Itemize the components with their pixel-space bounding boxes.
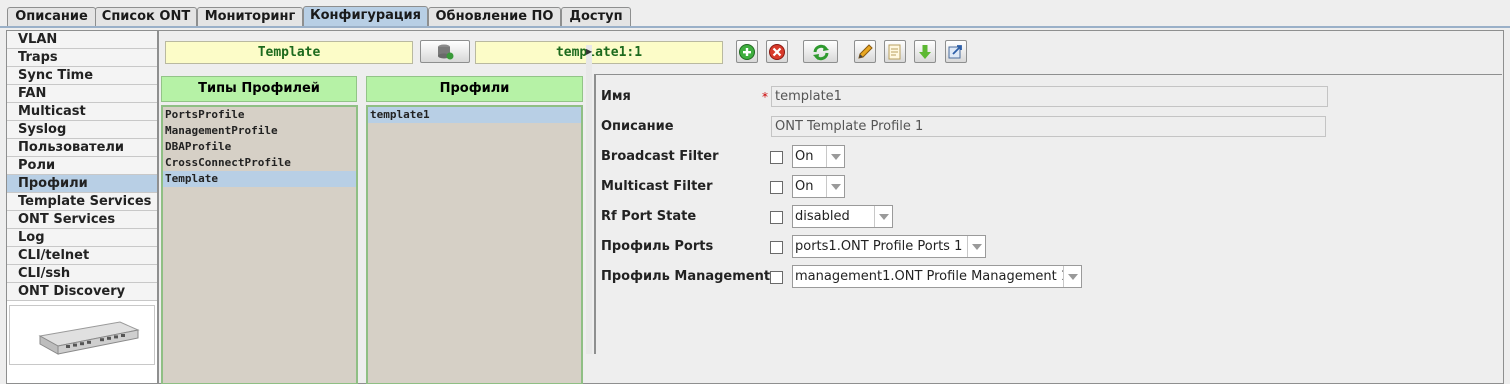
sidebar-item-cli-telnet[interactable]: CLI/telnet bbox=[7, 247, 157, 265]
profile-type-field: Template bbox=[165, 41, 413, 64]
rf-port-state-select[interactable]: disabled bbox=[792, 205, 893, 228]
export-icon bbox=[948, 44, 962, 58]
copy-button[interactable] bbox=[884, 40, 906, 63]
management-profile-checkbox[interactable] bbox=[770, 271, 783, 284]
tab-description[interactable]: Описание bbox=[7, 7, 96, 27]
list-item-template[interactable]: Template bbox=[163, 171, 356, 187]
save-to-db-button[interactable] bbox=[420, 40, 470, 63]
name-label: Имя bbox=[601, 89, 631, 104]
sidebar-item-cli-ssh[interactable]: CLI/ssh bbox=[7, 265, 157, 283]
management-profile-label: Профиль Management bbox=[601, 269, 771, 284]
splitter-arrow-icon: ▶ bbox=[586, 47, 593, 56]
sidebar-item-multicast[interactable]: Multicast bbox=[7, 103, 157, 121]
refresh-icon bbox=[812, 44, 829, 60]
sidebar-item-roles[interactable]: Роли bbox=[7, 157, 157, 175]
management-profile-select[interactable]: management1.ONT Profile Management 1 bbox=[792, 265, 1082, 288]
description-field[interactable]: ONT Template Profile 1 bbox=[771, 116, 1326, 137]
add-icon bbox=[739, 43, 755, 60]
sidebar-item-traps[interactable]: Traps bbox=[7, 49, 157, 67]
sidebar-item-ont-discovery[interactable]: ONT Discovery bbox=[7, 283, 157, 301]
ports-profile-value: ports1.ONT Profile Ports 1 bbox=[795, 239, 963, 254]
name-field[interactable]: template1 bbox=[771, 86, 1328, 107]
delete-button[interactable] bbox=[766, 40, 788, 63]
sidebar-item-template-services[interactable]: Template Services bbox=[7, 193, 157, 211]
list-item-management-profile[interactable]: ManagementProfile bbox=[163, 123, 356, 139]
sidebar-item-vlan[interactable]: VLAN bbox=[7, 31, 157, 49]
required-mark: * bbox=[762, 90, 768, 104]
chevron-down-icon[interactable] bbox=[967, 236, 985, 257]
profile-name-field: template1:1 bbox=[475, 41, 723, 64]
olt-device-icon bbox=[38, 321, 140, 355]
sidebar-item-syslog[interactable]: Syslog bbox=[7, 121, 157, 139]
ports-profile-select[interactable]: ports1.ONT Profile Ports 1 bbox=[792, 235, 986, 258]
description-label: Описание bbox=[601, 119, 674, 134]
rf-port-state-label: Rf Port State bbox=[601, 209, 697, 224]
profiles-list: template1 bbox=[366, 105, 583, 384]
tab-firmware-update[interactable]: Обновление ПО bbox=[428, 7, 561, 27]
list-item-crossconnect-profile[interactable]: CrossConnectProfile bbox=[163, 155, 356, 171]
broadcast-filter-select[interactable]: On bbox=[792, 145, 845, 168]
refresh-button[interactable] bbox=[803, 40, 838, 63]
sidebar-item-sync-time[interactable]: Sync Time bbox=[7, 67, 157, 85]
ports-profile-checkbox[interactable] bbox=[770, 241, 783, 254]
edit-button[interactable] bbox=[854, 40, 876, 63]
profiles-header: Профили bbox=[366, 76, 583, 102]
chevron-down-icon[interactable] bbox=[1063, 266, 1081, 287]
tab-configuration[interactable]: Конфигурация bbox=[303, 6, 428, 28]
multicast-filter-value: On bbox=[795, 179, 814, 194]
sidebar-item-fan[interactable]: FAN bbox=[7, 85, 157, 103]
config-sidebar: VLAN Traps Sync Time FAN Multicast Syslo… bbox=[6, 30, 158, 384]
tab-ont-list[interactable]: Список ONT bbox=[95, 7, 197, 27]
tab-access[interactable]: Доступ bbox=[561, 7, 631, 27]
copy-icon bbox=[888, 44, 901, 59]
broadcast-filter-checkbox[interactable] bbox=[770, 151, 783, 164]
chevron-down-icon[interactable] bbox=[874, 206, 892, 227]
list-item-ports-profile[interactable]: PortsProfile bbox=[163, 107, 356, 123]
database-save-icon bbox=[438, 44, 454, 59]
ports-profile-label: Профиль Ports bbox=[601, 239, 714, 254]
sidebar-item-users[interactable]: Пользователи bbox=[7, 139, 157, 157]
tab-monitoring[interactable]: Мониторинг bbox=[197, 7, 303, 27]
profile-types-header: Типы Профилей bbox=[161, 76, 357, 102]
app-window: Описание Список ONT Мониторинг Конфигура… bbox=[0, 0, 1510, 384]
sidebar-item-profiles[interactable]: Профили bbox=[7, 175, 157, 193]
sidebar-item-log[interactable]: Log bbox=[7, 229, 157, 247]
list-item-template1[interactable]: template1 bbox=[368, 107, 581, 123]
chevron-down-icon[interactable] bbox=[826, 146, 844, 167]
multicast-filter-checkbox[interactable] bbox=[770, 181, 783, 194]
profile-form: Имя * template1 Описание ONT Template Pr… bbox=[594, 74, 1502, 354]
management-profile-value: management1.ONT Profile Management 1 bbox=[795, 269, 1070, 284]
multicast-filter-label: Multicast Filter bbox=[601, 179, 713, 194]
multicast-filter-select[interactable]: On bbox=[792, 175, 845, 198]
broadcast-filter-value: On bbox=[795, 149, 814, 164]
main-tab-bar: Описание Список ONT Мониторинг Конфигура… bbox=[0, 0, 1510, 28]
delete-icon bbox=[769, 43, 785, 60]
broadcast-filter-label: Broadcast Filter bbox=[601, 149, 719, 164]
tab-baseline bbox=[0, 26, 1510, 28]
device-image-box bbox=[9, 305, 155, 365]
rf-port-state-value: disabled bbox=[795, 209, 850, 224]
download-icon bbox=[919, 44, 931, 59]
export-button[interactable] bbox=[945, 40, 967, 63]
edit-icon bbox=[858, 43, 873, 59]
profile-types-list: PortsProfile ManagementProfile DBAProfil… bbox=[161, 105, 358, 384]
sidebar-item-ont-services[interactable]: ONT Services bbox=[7, 211, 157, 229]
panel-splitter[interactable]: ▶ bbox=[586, 45, 592, 354]
rf-port-state-checkbox[interactable] bbox=[770, 211, 783, 224]
download-button[interactable] bbox=[914, 40, 936, 63]
add-button[interactable] bbox=[736, 40, 758, 63]
chevron-down-icon[interactable] bbox=[826, 176, 844, 197]
list-item-dba-profile[interactable]: DBAProfile bbox=[163, 139, 356, 155]
